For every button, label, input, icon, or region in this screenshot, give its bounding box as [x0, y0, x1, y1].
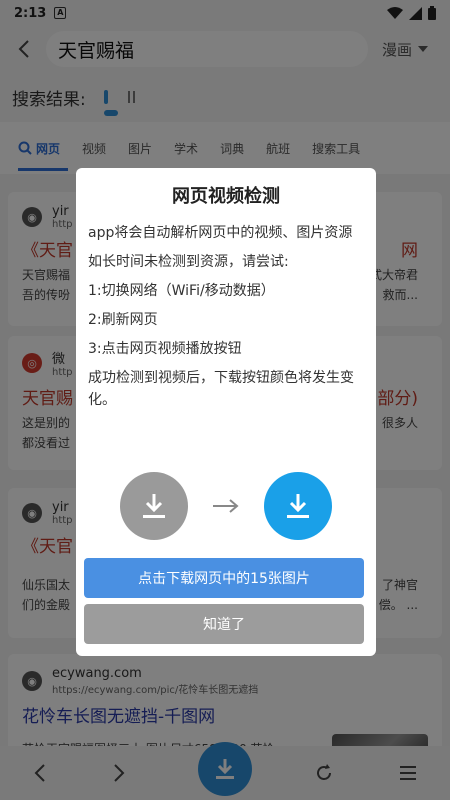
download-images-button[interactable]: 点击下载网页中的15张图片 [84, 558, 364, 598]
dialog-step-3: 3:点击网页视频播放按钮 [88, 341, 242, 357]
dialog-success-note: 成功检测到视频后，下载按钮颜色将发生变化。 [88, 370, 354, 408]
download-state-illustration [120, 472, 332, 540]
dialog-hint: 如长时间未检测到资源，请尝试: [88, 254, 289, 270]
download-active-icon [264, 472, 332, 540]
got-it-button[interactable]: 知道了 [84, 604, 364, 644]
dialog-title: 网页视频检测 [172, 186, 280, 207]
dialog-intro: app将会自动解析网页中的视频、图片资源 [88, 225, 353, 241]
video-detection-dialog: 网页视频检测 app将会自动解析网页中的视频、图片资源 如长时间未检测到资源，请… [76, 168, 376, 656]
dialog-step-1: 1:切换网络（WiFi/移动数据） [88, 283, 275, 299]
download-inactive-icon [120, 472, 188, 540]
dialog-body: app将会自动解析网页中的视频、图片资源 如长时间未检测到资源，请尝试: 1:切… [88, 222, 364, 411]
arrow-right-icon [213, 499, 239, 513]
dialog-step-2: 2:刷新网页 [88, 312, 158, 328]
